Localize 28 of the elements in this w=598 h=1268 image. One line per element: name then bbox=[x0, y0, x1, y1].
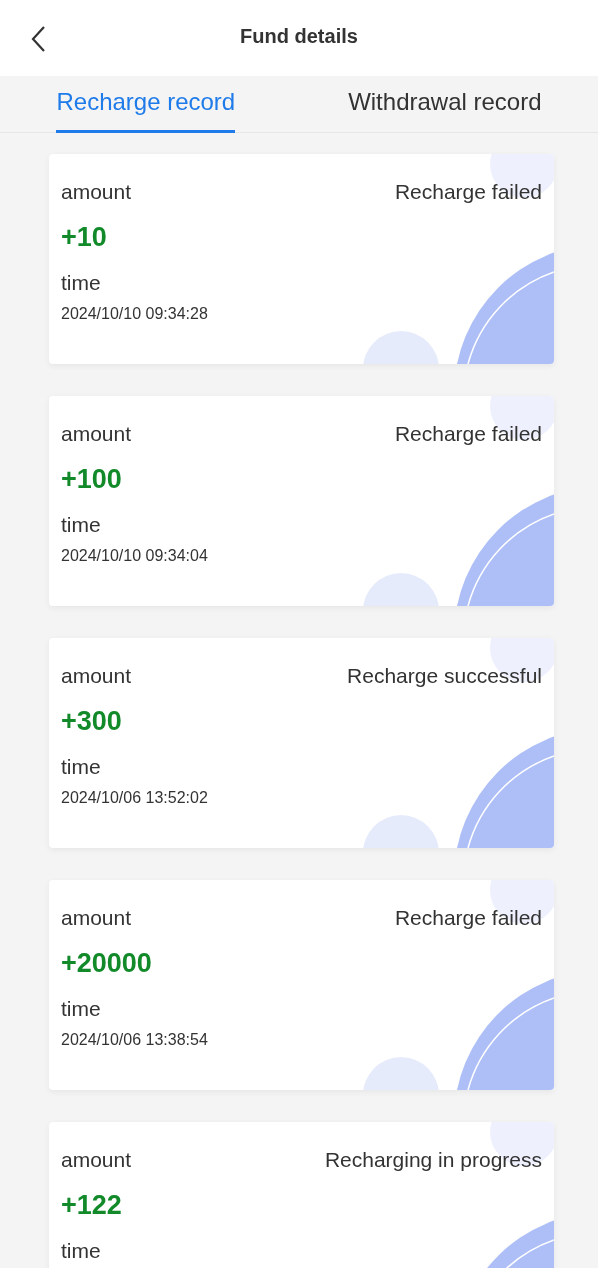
time-label: time bbox=[61, 513, 102, 537]
time-label: time bbox=[61, 755, 102, 779]
amount-value: +122 bbox=[61, 1190, 123, 1221]
back-icon[interactable] bbox=[30, 25, 46, 53]
time-label: time bbox=[61, 997, 102, 1021]
status-text: Recharge successful bbox=[347, 664, 542, 688]
status-text: Recharge failed bbox=[394, 180, 542, 204]
amount-value: +300 bbox=[61, 706, 123, 737]
amount-label: amount bbox=[61, 1148, 132, 1172]
tab[interactable]: Recharge record bbox=[56, 76, 236, 133]
amount-value: +20000 bbox=[61, 948, 153, 979]
status-text: Recharge failed bbox=[394, 906, 542, 930]
amount-label: amount bbox=[61, 422, 132, 446]
time-label: time bbox=[61, 1239, 102, 1263]
amount-label: amount bbox=[61, 664, 132, 688]
tab[interactable]: Withdrawal record bbox=[348, 76, 542, 133]
amount-label: amount bbox=[61, 906, 132, 930]
status-text: Recharge failed bbox=[394, 422, 542, 446]
time-value: 2024/10/10 09:34:28 bbox=[61, 305, 209, 323]
status-text: Recharging in progress bbox=[324, 1148, 542, 1172]
amount-value: +10 bbox=[61, 222, 108, 253]
time-label: time bbox=[61, 271, 102, 295]
page-title: Fund details bbox=[240, 24, 358, 48]
amount-label: amount bbox=[61, 180, 132, 204]
time-value: 2024/10/06 13:38:54 bbox=[61, 1031, 209, 1049]
time-value: 2024/10/10 09:34:04 bbox=[61, 547, 209, 565]
amount-value: +100 bbox=[61, 464, 123, 495]
time-value: 2024/10/06 13:52:02 bbox=[61, 789, 209, 807]
